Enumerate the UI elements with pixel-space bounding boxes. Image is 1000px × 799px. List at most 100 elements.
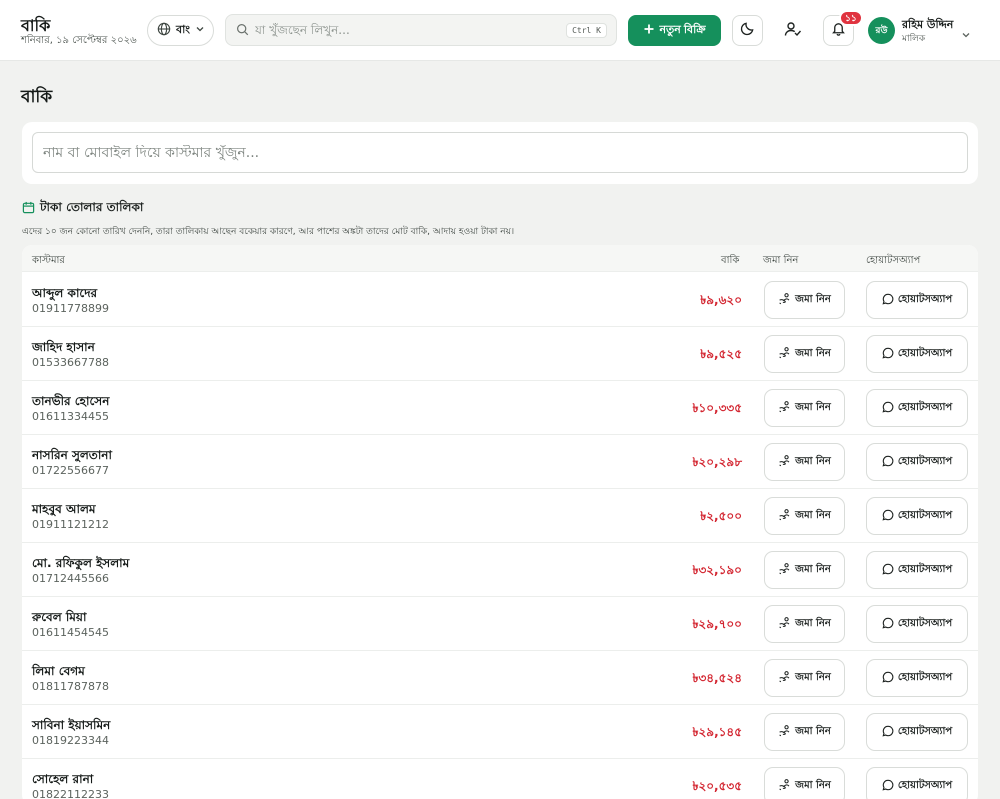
new-sale-label: নতুন বিক্রি	[659, 24, 706, 36]
due-amount: ৳২০,২৯৮	[692, 455, 742, 469]
whatsapp-label: হোয়াটসঅ্যাপ	[897, 563, 953, 575]
due-amount: ৳৯,৬২০	[700, 293, 742, 307]
collect-payment-label: জমা নিন	[795, 293, 831, 305]
hand-coin-icon	[778, 724, 791, 740]
collect-payment-button[interactable]: জমা নিন	[764, 443, 845, 481]
language-label: বাং	[176, 23, 191, 36]
theme-toggle-button[interactable]	[732, 15, 763, 46]
whatsapp-label: হোয়াটসঅ্যাপ	[897, 347, 953, 359]
collect-payment-button[interactable]: জমা নিন	[764, 551, 845, 589]
collect-payment-label: জমা নিন	[795, 347, 831, 359]
hand-coin-icon	[778, 400, 791, 416]
global-search[interactable]: Ctrl K	[225, 14, 617, 46]
notification-count-badge: ১১	[839, 10, 863, 26]
user-menu-chevron-icon[interactable]	[961, 25, 971, 44]
column-customer: কাস্টমার	[32, 255, 65, 266]
collection-list-title: টাকা তোলার তালিকা	[22, 199, 143, 219]
hand-coin-icon	[778, 454, 791, 470]
hand-coin-icon	[778, 670, 791, 686]
user-check-button[interactable]	[779, 17, 807, 45]
chat-bubble-icon	[882, 779, 894, 794]
collect-payment-button[interactable]: জমা নিন	[764, 605, 845, 643]
customer-search-field[interactable]	[32, 132, 968, 173]
whatsapp-label: হোয়াটসঅ্যাপ	[897, 401, 953, 413]
whatsapp-label: হোয়াটসঅ্যাপ	[897, 509, 953, 521]
due-amount: ৳২,৫০০	[700, 509, 742, 523]
table-row: লিমা বেগম 01811787878 ৳৩৪,৫২৪ জমা নিন হোয়াট…	[22, 651, 978, 705]
language-switcher[interactable]: বাং	[147, 15, 214, 46]
hand-coin-icon	[778, 508, 791, 524]
customer-phone: 01811787878	[32, 680, 109, 693]
due-amount: ৳২৯,১৪৫	[692, 725, 743, 739]
collect-payment-label: জমা নিন	[795, 617, 831, 629]
collect-payment-button[interactable]: জমা নিন	[764, 497, 845, 535]
customer-search-input[interactable]	[43, 144, 943, 161]
whatsapp-button[interactable]: হোয়াটসঅ্যাপ	[866, 767, 968, 799]
global-search-input[interactable]	[255, 23, 545, 37]
whatsapp-label: হোয়াটসঅ্যাপ	[897, 455, 953, 467]
table-header: কাস্টমার বাকি জমা নিন হোয়াটসঅ্যাপ	[22, 245, 978, 272]
user-check-icon	[784, 20, 802, 42]
table-row: মো. রফিকুল ইসলাম 01712445566 ৳৩২,১৯০ জমা নি…	[22, 543, 978, 597]
collect-payment-label: জমা নিন	[795, 455, 831, 467]
whatsapp-label: হোয়াটসঅ্যাপ	[897, 617, 953, 629]
calendar-icon	[22, 201, 35, 217]
whatsapp-button[interactable]: হোয়াটসঅ্যাপ	[866, 551, 968, 589]
due-amount: ৳৩৪,৫২৪	[692, 671, 742, 685]
top-bar: বাকি শনিবার, ১৯ সেপ্টেম্বর ২০২৬ বাং Ctrl…	[0, 0, 1000, 61]
chat-bubble-icon	[882, 401, 894, 416]
moon-icon	[740, 21, 755, 40]
column-whatsapp: হোয়াটসঅ্যাপ	[866, 255, 921, 266]
chat-bubble-icon	[882, 509, 894, 524]
collect-payment-button[interactable]: জমা নিন	[764, 659, 845, 697]
collect-payment-button[interactable]: জমা নিন	[764, 767, 845, 799]
collect-payment-button[interactable]: জমা নিন	[764, 281, 845, 319]
table-row: নাসরিন সুলতানা 01722556677 ৳২০,২৯৮ জমা নিন হ…	[22, 435, 978, 489]
collection-list-note: এদের ১০ জন কোনো তারিখ দেননি, তারা তালিকা…	[22, 227, 515, 237]
hand-coin-icon	[778, 778, 791, 794]
hand-coin-icon	[778, 292, 791, 308]
whatsapp-button[interactable]: হোয়াটসঅ্যাপ	[866, 605, 968, 643]
collect-payment-label: জমা নিন	[795, 725, 831, 737]
chat-bubble-icon	[882, 671, 894, 686]
due-amount: ৳১০,৩৩৫	[692, 401, 742, 415]
whatsapp-button[interactable]: হোয়াটসঅ্যাপ	[866, 389, 968, 427]
whatsapp-button[interactable]: হোয়াটসঅ্যাপ	[866, 335, 968, 373]
whatsapp-button[interactable]: হোয়াটসঅ্যাপ	[866, 443, 968, 481]
hand-coin-icon	[778, 562, 791, 578]
table-row: মাহবুব আলম 01911121212 ৳২,৫০০ জমা নিন হোয়াট…	[22, 489, 978, 543]
collect-payment-button[interactable]: জমা নিন	[764, 389, 845, 427]
collect-payment-label: জমা নিন	[795, 509, 831, 521]
collection-list-label: টাকা তোলার তালিকা	[40, 200, 144, 214]
collect-payment-button[interactable]: জমা নিন	[764, 335, 845, 373]
page-title: বাকি	[21, 87, 53, 107]
new-sale-button[interactable]: নতুন বিক্রি	[628, 15, 721, 46]
search-icon	[236, 21, 249, 40]
column-collect: জমা নিন	[763, 255, 799, 266]
whatsapp-button[interactable]: হোয়াটসঅ্যাপ	[866, 281, 968, 319]
whatsapp-button[interactable]: হোয়াটসঅ্যাপ	[866, 497, 968, 535]
header-date: শনিবার, ১৯ সেপ্টেম্বর ২০২৬	[21, 35, 137, 46]
customer-search-card	[22, 122, 978, 184]
table-row: রুবেল মিয়া 01611454545 ৳২৯,৭০০ জমা নিন হোয়…	[22, 597, 978, 651]
due-amount: ৳৯,৫২৫	[700, 347, 742, 361]
whatsapp-label: হোয়াটসঅ্যাপ	[897, 779, 953, 791]
whatsapp-label: হোয়াটসঅ্যাপ	[897, 671, 953, 683]
chat-bubble-icon	[882, 293, 894, 308]
avatar[interactable]: রউ	[868, 17, 895, 44]
whatsapp-button[interactable]: হোয়াটসঅ্যাপ	[866, 659, 968, 697]
customer-phone: 01822112233	[32, 788, 109, 799]
whatsapp-button[interactable]: হোয়াটসঅ্যাপ	[866, 713, 968, 751]
plus-icon	[643, 23, 655, 38]
column-due: বাকি	[721, 255, 740, 266]
customer-phone: 01722556677	[32, 464, 109, 477]
table-row: সাবিনা ইয়াসমিন 01819223344 ৳২৯,১৪৫ জমা নিন…	[22, 705, 978, 759]
collect-payment-button[interactable]: জমা নিন	[764, 713, 845, 751]
collect-payment-label: জমা নিন	[795, 401, 831, 413]
table-row: তানভীর হোসেন 01611334455 ৳১০,৩৩৫ জমা নিন হোয…	[22, 381, 978, 435]
collect-payment-label: জমা নিন	[795, 563, 831, 575]
whatsapp-label: হোয়াটসঅ্যাপ	[897, 293, 953, 305]
customer-phone: 01611334455	[32, 410, 109, 423]
table-row: জাহিদ হাসান 01533667788 ৳৯,৫২৫ জমা নিন হোয়া…	[22, 327, 978, 381]
due-amount: ৳৩২,১৯০	[692, 563, 742, 577]
